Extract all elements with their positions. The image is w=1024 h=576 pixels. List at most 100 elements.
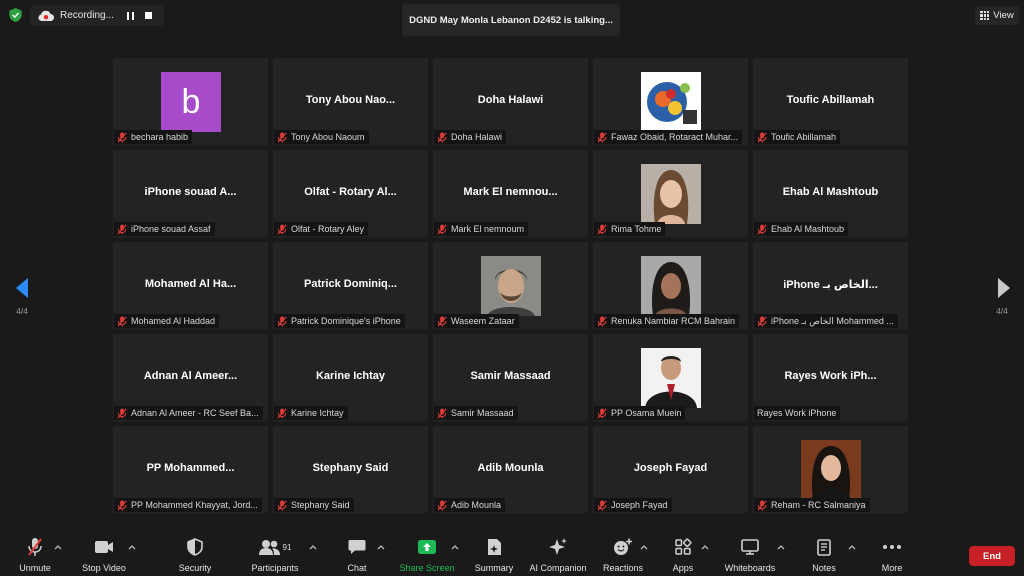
- participant-tile[interactable]: Tony Abou Nao... Tony Abou Naoum: [273, 58, 428, 145]
- participant-tile[interactable]: Toufic Abillamah Toufic Abillamah: [753, 58, 908, 145]
- participant-tile[interactable]: Stephany Said Stephany Said: [273, 426, 428, 513]
- participant-tile[interactable]: Patrick Dominiq... Patrick Dominique's iP…: [273, 242, 428, 329]
- participant-tile[interactable]: Adnan Al Ameer... Adnan Al Ameer - RC See…: [113, 334, 268, 421]
- end-meeting-button[interactable]: End: [969, 546, 1015, 566]
- summary-document-icon: [488, 539, 501, 555]
- microphone-muted-icon: [437, 224, 447, 235]
- participant-tile[interactable]: Mark El nemnou... Mark El nemnoum: [433, 150, 588, 237]
- recording-label: Recording...: [60, 10, 114, 21]
- participant-name-label: Rayes Work iPhone: [754, 406, 841, 420]
- participant-name-label: Toufic Abillamah: [754, 130, 841, 144]
- participant-name-text: Stephany Said: [291, 500, 350, 510]
- microphone-muted-icon: [117, 224, 127, 235]
- participant-name-label: Rima Tohme: [594, 222, 666, 236]
- view-button[interactable]: View: [975, 6, 1019, 25]
- participant-name-text: Joseph Fayad: [611, 500, 668, 510]
- microphone-muted-icon: [757, 500, 767, 511]
- participant-name-label: Ehab Al Mashtoub: [754, 222, 849, 236]
- participant-display-name: Samir Massaad: [470, 370, 551, 382]
- grid-view-icon: [980, 11, 990, 20]
- participant-tile[interactable]: Reham - RC Salmaniya: [753, 426, 908, 513]
- participant-tile[interactable]: Joseph Fayad Joseph Fayad: [593, 426, 748, 513]
- participant-display-name: iPhone souad A...: [144, 186, 237, 198]
- top-bar: Recording... DGND May Monla Lebanon D245…: [0, 0, 1024, 36]
- participant-name-label: PP Mohammed Khayyat, Jord...: [114, 498, 262, 512]
- video-camera-icon: [95, 541, 113, 553]
- participant-tile[interactable]: Waseem Zataar: [433, 242, 588, 329]
- microphone-muted-icon: [277, 224, 287, 235]
- security-button[interactable]: Security: [160, 537, 230, 573]
- chevron-up-icon[interactable]: [308, 543, 318, 551]
- participant-tile[interactable]: iPhone souad A... iPhone souad Assaf: [113, 150, 268, 237]
- whiteboards-label: Whiteboards: [724, 563, 776, 573]
- participant-tile[interactable]: iPhone الخاص بـ... iPhone الخاص بـ Mohamm…: [753, 242, 908, 329]
- participant-tile[interactable]: Mohamed Al Ha... Mohamed Al Haddad: [113, 242, 268, 329]
- sparkle-icon: [549, 538, 567, 555]
- chevron-up-icon[interactable]: [127, 543, 137, 551]
- participants-label: Participants: [251, 563, 299, 573]
- chevron-up-icon[interactable]: [847, 543, 857, 551]
- participant-tile[interactable]: b bechara habib: [113, 58, 268, 145]
- next-page-button[interactable]: 4/4: [988, 276, 1016, 321]
- microphone-muted-icon: [437, 316, 447, 327]
- participant-name-label: Tony Abou Naoum: [274, 130, 369, 144]
- participant-tile[interactable]: Karine Ichtay Karine Ichtay: [273, 334, 428, 421]
- participant-name-label: iPhone الخاص بـ Mohammed ...: [754, 314, 898, 328]
- participant-tile[interactable]: Olfat - Rotary Al... Olfat - Rotary Aley: [273, 150, 428, 237]
- page-indicator-left: 4/4: [16, 306, 28, 316]
- participant-tile[interactable]: Doha Halawi Doha Halawi: [433, 58, 588, 145]
- participants-button[interactable]: 91 Participants: [240, 537, 310, 573]
- participant-photo: [641, 72, 701, 132]
- summary-button[interactable]: Summary: [459, 537, 529, 573]
- participant-display-name: Mohamed Al Ha...: [144, 278, 237, 290]
- participant-tile[interactable]: PP Osama Muein: [593, 334, 748, 421]
- stop-video-label: Stop Video: [82, 563, 126, 573]
- previous-page-button[interactable]: 4/4: [8, 276, 36, 321]
- microphone-muted-icon: [437, 500, 447, 511]
- emoji-reaction-icon: [614, 538, 632, 555]
- more-button[interactable]: More: [857, 537, 927, 573]
- share-screen-label: Share Screen: [399, 563, 455, 573]
- participant-name-text: Waseem Zataar: [451, 316, 515, 326]
- chevron-up-icon[interactable]: [53, 543, 63, 551]
- participant-tile[interactable]: Ehab Al Mashtoub Ehab Al Mashtoub: [753, 150, 908, 237]
- whiteboards-button[interactable]: Whiteboards: [715, 537, 785, 573]
- microphone-muted-icon: [757, 132, 767, 143]
- stop-icon: [144, 12, 152, 19]
- participant-name-text: Rayes Work iPhone: [757, 408, 837, 418]
- recording-indicator[interactable]: Recording...: [30, 5, 164, 26]
- chevron-up-icon[interactable]: [700, 543, 710, 551]
- participant-name-text: Samir Massaad: [451, 408, 514, 418]
- microphone-muted-icon: [437, 132, 447, 143]
- pause-recording-button[interactable]: [122, 9, 138, 23]
- participant-tile[interactable]: Rima Tohme: [593, 150, 748, 237]
- notes-icon: [817, 539, 831, 556]
- participant-photo: [641, 348, 701, 408]
- participant-tile[interactable]: PP Mohammed... PP Mohammed Khayyat, Jord.…: [113, 426, 268, 513]
- chevron-up-icon[interactable]: [376, 543, 386, 551]
- participant-name-text: iPhone الخاص بـ Mohammed ...: [771, 315, 894, 326]
- participant-name-label: Fawaz Obaid, Rotaract Muhar...: [594, 130, 743, 144]
- chevron-up-icon[interactable]: [776, 543, 786, 551]
- participant-name-text: PP Mohammed Khayyat, Jord...: [131, 500, 258, 510]
- participant-display-name: Karine Ichtay: [315, 370, 386, 382]
- microphone-muted-icon: [597, 408, 607, 419]
- participant-tile[interactable]: Samir Massaad Samir Massaad: [433, 334, 588, 421]
- notes-label: Notes: [812, 563, 836, 573]
- whiteboard-icon: [741, 539, 759, 555]
- participant-name-label: PP Osama Muein: [594, 406, 686, 420]
- ai-companion-button[interactable]: AI Companion: [523, 537, 593, 573]
- participant-name-text: iPhone souad Assaf: [131, 224, 211, 234]
- participant-tile[interactable]: Rayes Work iPh... Rayes Work iPhone: [753, 334, 908, 421]
- participant-tile[interactable]: Fawaz Obaid, Rotaract Muhar...: [593, 58, 748, 145]
- shield-check-icon[interactable]: [9, 8, 22, 22]
- participant-tile[interactable]: Adib Mounla Adib Mounla: [433, 426, 588, 513]
- participant-display-name: Doha Halawi: [477, 94, 544, 106]
- participant-tile[interactable]: Renuka Nambiar RCM Bahrain: [593, 242, 748, 329]
- active-speaker-banner: DGND May Monla Lebanon D2452 is talking.…: [402, 4, 620, 36]
- microphone-muted-icon: [597, 316, 607, 327]
- microphone-muted-icon: [597, 500, 607, 511]
- page-indicator-right: 4/4: [996, 306, 1008, 316]
- stop-recording-button[interactable]: [140, 9, 156, 23]
- participant-display-name: Patrick Dominiq...: [304, 278, 397, 290]
